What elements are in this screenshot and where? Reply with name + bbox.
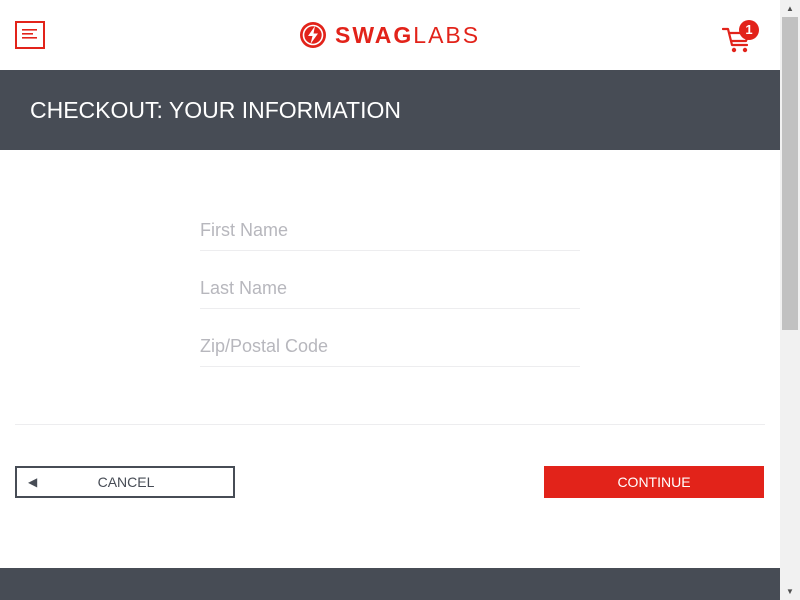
footer [0,568,780,600]
vertical-scrollbar[interactable]: ▲ ▼ [780,0,800,600]
cart-badge: 1 [739,20,759,40]
lightning-bolt-logo-icon [300,22,326,48]
shopping-cart-link[interactable]: 1 [722,20,762,56]
logo-text: SWAGLABS [335,21,480,49]
cancel-label: CANCEL [97,474,155,490]
postal-code-input[interactable] [200,327,580,367]
last-name-input[interactable] [200,269,580,309]
continue-button[interactable]: CONTINUE [544,466,764,498]
logo-labs-text: LABS [413,22,481,48]
app-header: SWAGLABS 1 [0,0,780,70]
page-title: CHECKOUT: YOUR INFORMATION [30,97,401,123]
logo-swag-text: SWAG [335,22,414,48]
scrollbar-thumb[interactable] [782,17,798,330]
first-name-input[interactable] [200,211,580,251]
cancel-button[interactable]: ◀ CANCEL [15,466,235,498]
scroll-down-arrow-icon[interactable]: ▼ [780,583,800,600]
form-divider [15,424,765,425]
scroll-up-arrow-icon[interactable]: ▲ [780,0,800,17]
checkout-page: SWAGLABS 1 CHECKOUT: YOUR INFORMATION ◀ … [0,0,780,600]
app-logo: SWAGLABS [299,21,480,49]
secondary-header: CHECKOUT: YOUR INFORMATION [0,70,780,150]
menu-button[interactable] [15,21,45,49]
hamburger-menu-icon [22,29,37,39]
